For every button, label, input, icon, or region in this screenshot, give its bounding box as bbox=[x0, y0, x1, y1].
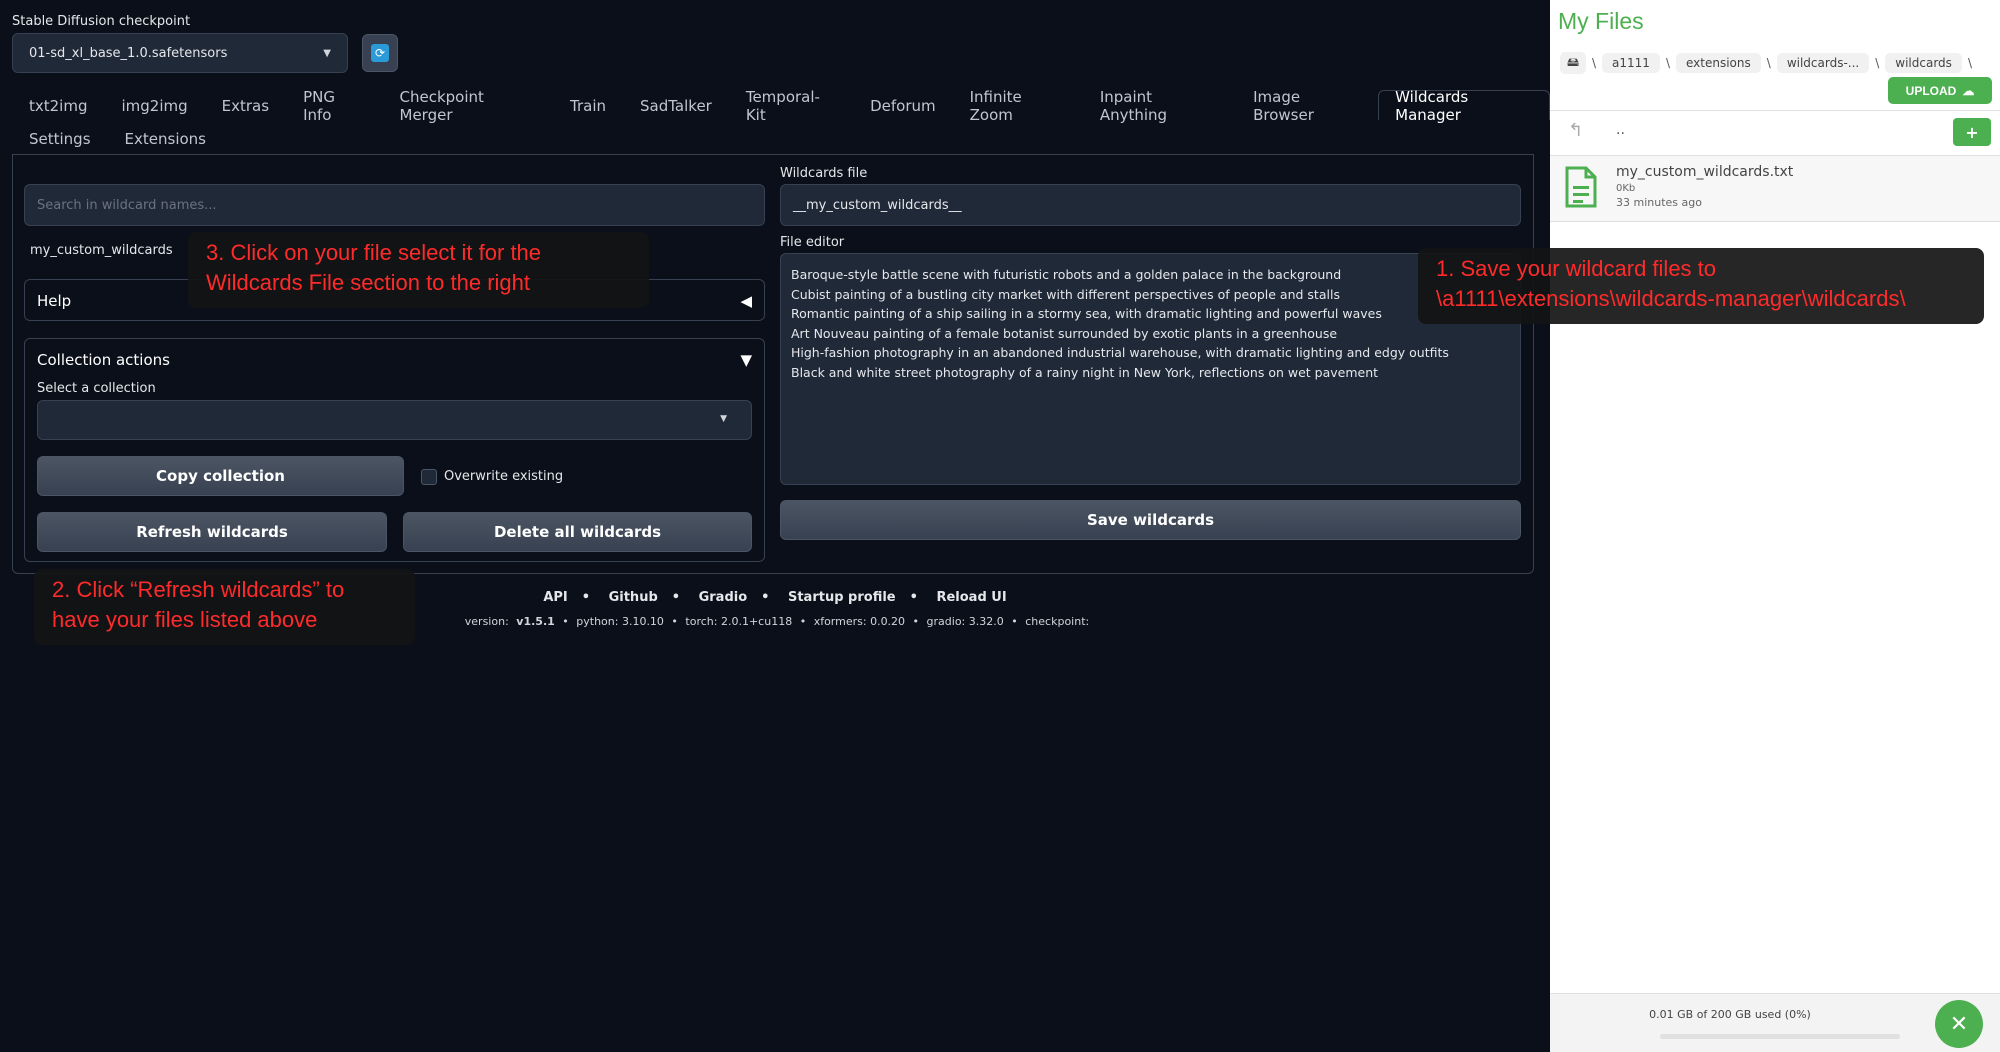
wildcards-file-label: Wildcards file bbox=[780, 166, 868, 181]
search-wildcards-input[interactable] bbox=[24, 184, 765, 226]
file-name: my_custom_wildcards.txt bbox=[1616, 164, 1794, 180]
breadcrumb: 🖴 \ a1111 \ extensions \ wildcards-... \… bbox=[1560, 52, 1978, 74]
footer-link-startup-profile[interactable]: Startup profile bbox=[788, 590, 896, 605]
tab-bar: txt2img img2img Extras PNG Info Checkpoi… bbox=[12, 88, 1551, 124]
callout-step-2: 2. Click “Refresh wildcards” to have you… bbox=[34, 569, 415, 645]
close-icon[interactable]: ✕ bbox=[1935, 1000, 1983, 1048]
files-panel-title: My Files bbox=[1558, 8, 1644, 34]
python-version: python: 3.10.10 bbox=[576, 615, 664, 628]
file-modified: 33 minutes ago bbox=[1616, 196, 1702, 209]
refresh-wildcards-button[interactable]: Refresh wildcards bbox=[37, 512, 387, 552]
tab-temporal-kit[interactable]: Temporal-Kit bbox=[729, 88, 853, 124]
refresh-icon: ⟳ bbox=[371, 44, 389, 62]
footer-link-api[interactable]: API bbox=[543, 590, 567, 605]
cloud-upload-icon: ☁ bbox=[1962, 83, 1975, 98]
tab-txt2img[interactable]: txt2img bbox=[12, 90, 104, 120]
checkpoint-info: checkpoint: bbox=[1025, 615, 1090, 628]
overwrite-existing-label: Overwrite existing bbox=[444, 469, 564, 484]
file-editor-textarea[interactable]: Baroque-style battle scene with futurist… bbox=[780, 253, 1521, 485]
document-icon bbox=[1565, 166, 1597, 208]
checkpoint-label: Stable Diffusion checkpoint bbox=[12, 14, 191, 29]
tab-bar-row2: Settings Extensions bbox=[12, 123, 223, 153]
webui-app: Stable Diffusion checkpoint 01-sd_xl_bas… bbox=[0, 0, 1551, 1052]
torch-version: torch: 2.0.1+cu118 bbox=[685, 615, 793, 628]
tab-img2img[interactable]: img2img bbox=[104, 90, 204, 120]
select-collection-label: Select a collection bbox=[37, 381, 156, 396]
version-label: version: v1.5.1 bbox=[464, 615, 555, 628]
file-size: 0Kb bbox=[1616, 183, 1636, 194]
storage-text: 0.01 GB of 200 GB used (0%) bbox=[1649, 1008, 1811, 1021]
tab-sadtalker[interactable]: SadTalker bbox=[623, 90, 729, 120]
my-files-panel: My Files 🖴 \ a1111 \ extensions \ wildca… bbox=[1550, 0, 2000, 1052]
wildcard-file-item[interactable]: my_custom_wildcards bbox=[30, 243, 173, 258]
breadcrumb-extensions[interactable]: extensions bbox=[1676, 53, 1761, 73]
tab-png-info[interactable]: PNG Info bbox=[286, 88, 382, 124]
parent-directory[interactable]: .. bbox=[1616, 122, 1625, 138]
help-title: Help bbox=[37, 292, 72, 310]
collection-actions-title[interactable]: Collection actions bbox=[37, 351, 170, 369]
divider bbox=[1550, 221, 2000, 222]
file-editor-label: File editor bbox=[780, 235, 845, 250]
collection-dropdown[interactable]: ▼ bbox=[37, 400, 752, 440]
file-row[interactable]: my_custom_wildcards.txt 0Kb 33 minutes a… bbox=[1550, 156, 2000, 221]
tab-inpaint-anything[interactable]: Inpaint Anything bbox=[1083, 88, 1236, 124]
xformers-version: xformers: 0.0.20 bbox=[813, 615, 906, 628]
upload-label: UPLOAD bbox=[1905, 83, 1957, 98]
upload-button[interactable]: UPLOAD ☁ bbox=[1888, 77, 1992, 104]
tab-deforum[interactable]: Deforum bbox=[853, 90, 953, 120]
footer-link-github[interactable]: Github bbox=[609, 590, 658, 605]
tab-extensions[interactable]: Extensions bbox=[108, 123, 223, 153]
tab-image-browser[interactable]: Image Browser bbox=[1236, 88, 1378, 124]
wildcards-file-field[interactable]: __my_custom_wildcards__ bbox=[780, 184, 1521, 226]
footer-link-reload-ui[interactable]: Reload UI bbox=[936, 590, 1006, 605]
checkpoint-value: 01-sd_xl_base_1.0.safetensors bbox=[29, 45, 228, 61]
triangle-left-icon: ◀ bbox=[740, 292, 752, 310]
triangle-down-icon[interactable]: ▼ bbox=[740, 351, 752, 369]
checkpoint-dropdown[interactable]: 01-sd_xl_base_1.0.safetensors ▼ bbox=[12, 33, 348, 73]
overwrite-existing-checkbox[interactable] bbox=[421, 469, 437, 485]
tab-infinite-zoom[interactable]: Infinite Zoom bbox=[953, 88, 1083, 124]
breadcrumb-a1111[interactable]: a1111 bbox=[1602, 53, 1660, 73]
tab-checkpoint-merger[interactable]: Checkpoint Merger bbox=[383, 88, 554, 124]
callout-step-1: 1. Save your wildcard files to \a1111\ex… bbox=[1418, 248, 1984, 324]
tab-wildcards-manager[interactable]: Wildcards Manager bbox=[1378, 88, 1551, 124]
tab-extras[interactable]: Extras bbox=[205, 90, 286, 120]
drive-icon[interactable]: 🖴 bbox=[1560, 52, 1586, 74]
breadcrumb-wildcards-manager[interactable]: wildcards-... bbox=[1776, 53, 1870, 73]
callout-step-3: 3. Click on your file select it for the … bbox=[188, 232, 649, 308]
folder-plus-icon: + bbox=[1965, 122, 1979, 142]
delete-all-wildcards-button[interactable]: Delete all wildcards bbox=[403, 512, 752, 552]
copy-collection-button[interactable]: Copy collection bbox=[37, 456, 404, 496]
chevron-down-icon: ▼ bbox=[323, 47, 331, 59]
divider bbox=[1550, 110, 2000, 111]
footer-link-gradio[interactable]: Gradio bbox=[699, 590, 748, 605]
chevron-down-icon: ▼ bbox=[720, 414, 727, 424]
storage-bar bbox=[1660, 1034, 1900, 1039]
storage-usage: 0.01 GB of 200 GB used (0%) bbox=[1550, 993, 2000, 1052]
save-wildcards-button[interactable]: Save wildcards bbox=[780, 500, 1521, 540]
refresh-checkpoint-button[interactable]: ⟳ bbox=[362, 34, 398, 72]
back-icon[interactable]: ↰ bbox=[1568, 120, 1583, 141]
gradio-version: gradio: 3.32.0 bbox=[926, 615, 1004, 628]
tab-settings[interactable]: Settings bbox=[12, 123, 108, 153]
tab-train[interactable]: Train bbox=[553, 90, 623, 120]
wildcards-file-value: __my_custom_wildcards__ bbox=[793, 197, 962, 213]
breadcrumb-wildcards[interactable]: wildcards bbox=[1885, 53, 1962, 73]
new-folder-button[interactable]: + bbox=[1953, 118, 1991, 146]
